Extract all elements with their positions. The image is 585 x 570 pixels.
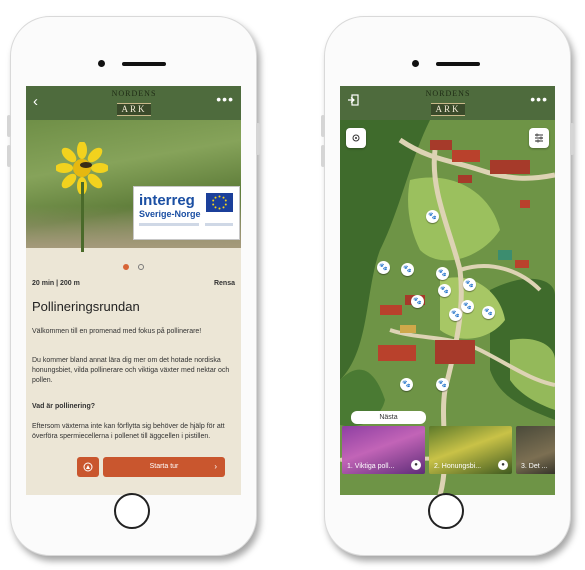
page-title: Pollineringsrundan xyxy=(32,299,140,314)
paw-icon[interactable]: 🐾 xyxy=(377,261,390,274)
stop-card-caption: 2. Honungsbi... xyxy=(434,463,482,470)
paw-icon[interactable]: 🐾 xyxy=(463,278,476,291)
power-button xyxy=(256,123,260,155)
stop-card-caption: 1. Viktiga poll... xyxy=(347,463,395,470)
tour-detail-screen: ‹ NORDENS ARK ••• interreg Sverige-Norge… xyxy=(26,86,241,495)
hero-image[interactable]: interreg Sverige-Norge xyxy=(26,120,241,252)
paw-icon[interactable]: 🐾 xyxy=(411,295,424,308)
paw-icon[interactable]: 🐾 xyxy=(401,263,414,276)
park-map[interactable]: 🐾 🐾 🐾 🐾 🐾 🐾 🐾 🐾 🐾 🐾 🐾 🐾 Nästa 1. Viktiga… xyxy=(340,120,555,495)
description-paragraph: Du kommer bland annat lära dig mer om de… xyxy=(32,357,230,384)
chevron-left-icon[interactable]: ‹ xyxy=(33,94,38,110)
paw-icon[interactable]: 🐾 xyxy=(438,284,451,297)
paw-icon[interactable]: 🐾 xyxy=(436,267,449,280)
interreg-logo-fineprint xyxy=(139,223,199,226)
volume-down-button xyxy=(321,145,325,167)
paw-icon: ● xyxy=(498,460,508,470)
paw-icon[interactable]: 🐾 xyxy=(449,308,462,321)
next-label: Nästa xyxy=(351,411,426,424)
filter-icon[interactable] xyxy=(529,128,549,148)
logo-text-top: NORDENS xyxy=(425,89,471,98)
volume-up-button xyxy=(7,115,11,137)
front-camera xyxy=(412,60,419,67)
home-button[interactable] xyxy=(114,493,150,529)
interreg-logo-text: interreg xyxy=(139,192,195,209)
stop-card[interactable]: 1. Viktiga poll... ● xyxy=(342,426,425,474)
paw-icon[interactable]: 🐾 xyxy=(461,300,474,313)
explanation-paragraph: Eftersom växterna inte kan förflytta sig… xyxy=(32,423,225,440)
front-camera xyxy=(98,60,105,67)
app-header: NORDENS ARK ••• xyxy=(340,86,555,120)
logo-text-bottom: ARK xyxy=(117,103,151,116)
tour-meta: 20 min | 200 m xyxy=(32,280,80,287)
carousel-dot-active[interactable] xyxy=(123,264,130,270)
paw-icon[interactable]: 🐾 xyxy=(426,210,439,223)
volume-up-button xyxy=(321,115,325,137)
tour-map-screen: NORDENS ARK ••• 🐾 🐾 🐾 🐾 🐾 🐾 🐾 🐾 🐾 🐾 🐾 🐾 … xyxy=(340,86,555,495)
interreg-logo-subtext: Sverige-Norge xyxy=(139,209,201,219)
clear-link[interactable]: Rensa xyxy=(214,280,235,287)
stop-card[interactable]: 2. Honungsbi... ● xyxy=(429,426,512,474)
phone-frame-right: NORDENS ARK ••• 🐾 🐾 🐾 🐾 🐾 🐾 🐾 🐾 🐾 🐾 🐾 🐾 … xyxy=(321,16,574,556)
section-heading: Vad är pollinering? xyxy=(32,403,96,410)
compass-icon[interactable] xyxy=(77,457,99,477)
dandelion-flower-image xyxy=(55,141,109,252)
nordens-ark-logo: NORDENS ARK xyxy=(102,89,166,116)
more-dots-icon[interactable]: ••• xyxy=(530,92,548,106)
power-button xyxy=(570,123,574,155)
earpiece-speaker xyxy=(436,62,480,66)
intro-paragraph: Välkommen till en promenad med fokus på … xyxy=(32,328,202,335)
location-icon[interactable] xyxy=(346,128,366,148)
carousel-dot[interactable] xyxy=(137,264,144,270)
paw-icon: ● xyxy=(411,460,421,470)
eu-fineprint xyxy=(205,223,233,226)
interreg-logo: interreg Sverige-Norge xyxy=(133,186,240,240)
paw-icon[interactable]: 🐾 xyxy=(400,378,413,391)
start-tour-button[interactable]: Starta tur › xyxy=(103,457,225,477)
exit-icon[interactable] xyxy=(347,94,359,110)
eu-flag-icon xyxy=(206,193,233,212)
paw-icon[interactable]: 🐾 xyxy=(482,306,495,319)
nordens-ark-logo: NORDENS ARK xyxy=(416,89,480,116)
home-button[interactable] xyxy=(428,493,464,529)
arrow-right-icon: › xyxy=(214,462,217,471)
more-dots-icon[interactable]: ••• xyxy=(216,92,234,106)
logo-text-bottom: ARK xyxy=(431,103,465,116)
paw-icon[interactable]: 🐾 xyxy=(436,378,449,391)
logo-text-top: NORDENS xyxy=(111,89,157,98)
app-header: ‹ NORDENS ARK ••• xyxy=(26,86,241,120)
phone-frame-left: ‹ NORDENS ARK ••• interreg Sverige-Norge… xyxy=(7,16,260,556)
start-tour-label: Starta tur xyxy=(149,463,179,470)
earpiece-speaker xyxy=(122,62,166,66)
stop-card-caption: 3. Det ... xyxy=(521,463,548,470)
stop-card[interactable]: 3. Det ... xyxy=(516,426,555,474)
carousel-indicator[interactable] xyxy=(26,257,241,275)
volume-down-button xyxy=(7,145,11,167)
